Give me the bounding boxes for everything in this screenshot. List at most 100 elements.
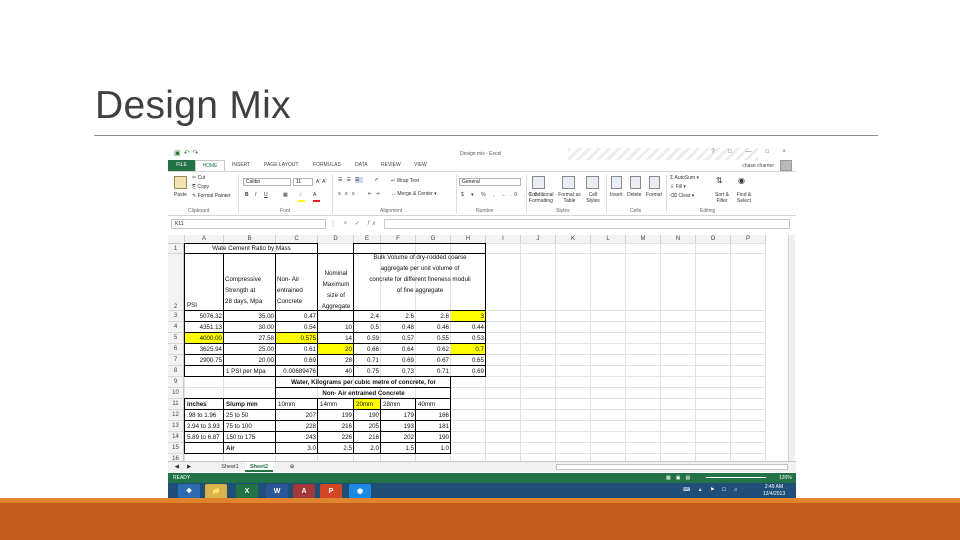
autosum-button[interactable]: Σ AutoSum ▾ (670, 175, 699, 181)
horizontal-scrollbar[interactable] (556, 464, 788, 470)
word-app-icon[interactable]: W (266, 484, 288, 499)
bottom-band-accent (0, 498, 960, 503)
row-header-7[interactable]: 7 (168, 355, 184, 366)
row-header-6[interactable]: 6 (168, 344, 184, 355)
wrap-text-button[interactable]: ↵ Wrap Text (391, 178, 419, 184)
fill-color-icon[interactable]: ♢ (298, 192, 302, 198)
row-header-4[interactable]: 4 (168, 322, 184, 333)
row-header-5[interactable]: 5 (168, 333, 184, 344)
formula-input[interactable] (384, 219, 790, 229)
row-header-1[interactable]: 1 (168, 244, 184, 254)
insert-icon[interactable] (611, 176, 622, 189)
merge-center-button[interactable]: ↔ Merge & Center ▾ (391, 191, 437, 197)
row-header-2[interactable]: 2 (168, 254, 184, 311)
font-size-select[interactable]: 11 (293, 178, 313, 186)
row-header-12[interactable]: 12 (168, 410, 184, 421)
font-name-select[interactable]: Calibri (243, 178, 291, 186)
tab-insert[interactable]: INSERT (232, 162, 250, 168)
find-select-icon[interactable]: ◉ (738, 176, 745, 185)
tab-review[interactable]: REVIEW (381, 162, 401, 168)
cut-label: Cut (197, 175, 206, 181)
start-button-icon[interactable]: ❖ (178, 484, 200, 499)
sort-filter-icon[interactable]: ⇅ (716, 176, 723, 185)
italic-button[interactable]: I (255, 192, 256, 198)
undo-icon[interactable]: ↶ (184, 150, 193, 157)
vertical-scrollbar[interactable] (788, 235, 795, 465)
underline-button[interactable]: U (264, 192, 268, 198)
tab-view[interactable]: VIEW (414, 162, 427, 168)
number-format-select[interactable]: General (459, 178, 521, 186)
avatar[interactable] (780, 160, 792, 171)
delete-icon[interactable] (630, 176, 641, 189)
conditional-formatting-button[interactable]: Conditional Formatting (526, 192, 556, 204)
file-explorer-icon[interactable]: 📁 (205, 484, 227, 499)
excel-app-icon[interactable]: X (236, 484, 258, 499)
cell[interactable]: PSI (187, 254, 222, 311)
format-as-table-icon[interactable] (562, 176, 575, 189)
format-icon[interactable] (649, 176, 660, 189)
view-buttons[interactable]: ▦▣▤ (666, 473, 695, 483)
formula-buttons[interactable]: ⋮ × ✓ fx (330, 220, 378, 227)
font-color-icon[interactable]: A (313, 192, 316, 198)
copy-button[interactable]: ⎘ Copy (192, 184, 209, 190)
sheet-tab-sheet2[interactable]: Sheet2 (245, 462, 273, 472)
new-sheet-icon[interactable]: ⊕ (286, 462, 298, 472)
cut-button[interactable]: ✂ Cut (192, 175, 205, 181)
fill-button[interactable]: ⇩ Fill ▾ (670, 184, 686, 190)
user-name[interactable]: chase charrier (742, 163, 774, 169)
clear-button[interactable]: ⌫ Clear ▾ (670, 193, 694, 199)
row-header-11[interactable]: 11 (168, 399, 184, 410)
format-as-table-button[interactable]: Format as Table (557, 192, 582, 204)
borders-icon[interactable]: ▦ (283, 192, 288, 198)
window-controls[interactable]: ? □ — □ × (711, 149, 792, 155)
row-header-8[interactable]: 8 (168, 366, 184, 377)
powerpoint-app-icon[interactable]: P (320, 484, 342, 499)
delete-button[interactable]: Delete (627, 192, 641, 198)
select-all-corner[interactable] (168, 235, 185, 244)
sheet-nav-arrows[interactable]: ◀▶ (172, 462, 202, 472)
name-box[interactable]: K11 (171, 219, 326, 229)
row-header-13[interactable]: 13 (168, 421, 184, 432)
font-grow-shrink[interactable]: Aˆ Aˇ (316, 179, 327, 185)
find-select-button[interactable]: Find & Select (733, 192, 755, 204)
row-header-15[interactable]: 15 (168, 443, 184, 454)
cell-styles-icon[interactable] (586, 176, 599, 189)
sort-filter-button[interactable]: Sort & Filter (711, 192, 733, 204)
tab-home[interactable]: HOME (195, 160, 225, 171)
redo-icon[interactable]: ↷ (193, 150, 202, 157)
tab-file[interactable]: FILE (168, 160, 195, 171)
zoom-slider[interactable] (706, 477, 766, 478)
system-tray-icons[interactable]: ⌨ ▲ ⚑ ☐ ♫ (683, 487, 740, 494)
table-border (275, 376, 276, 399)
tab-page-layout[interactable]: PAGE LAYOUT (264, 162, 299, 168)
insert-button[interactable]: Insert (610, 192, 623, 198)
format-painter-button[interactable]: ✎ Format Painter (192, 193, 231, 199)
browser-app-icon[interactable]: ◉ (349, 484, 371, 499)
divider (606, 175, 607, 213)
table-border (485, 243, 486, 377)
align-top-icon[interactable]: ☰☰☰ (338, 177, 364, 183)
row-header-10[interactable]: 10 (168, 388, 184, 399)
row-header-3[interactable]: 3 (168, 311, 184, 322)
save-icon[interactable]: ▣ (174, 150, 184, 157)
conditional-formatting-icon[interactable] (532, 176, 545, 189)
access-app-icon[interactable]: A (293, 484, 315, 499)
bold-button[interactable]: B (245, 192, 249, 198)
sheet-tab-sheet1[interactable]: Sheet1 (216, 462, 244, 472)
quick-access-toolbar[interactable]: ▣↶↷ (174, 149, 201, 157)
orientation-icon[interactable]: ⇗ (374, 177, 378, 183)
row-header-9[interactable]: 9 (168, 377, 184, 388)
tab-formulas[interactable]: FORMULAS (313, 162, 341, 168)
tab-data[interactable]: DATA (355, 162, 368, 168)
indent-icon[interactable]: ⇤⇥ (368, 191, 382, 197)
zoom-level[interactable]: 120% (779, 473, 792, 483)
gridline (765, 244, 766, 465)
paste-icon[interactable] (174, 176, 187, 189)
align-left-icon[interactable]: ≡≡≡ (338, 191, 359, 197)
table-border (276, 376, 451, 377)
cell-styles-button[interactable]: Cell Styles (583, 192, 603, 204)
paste-button[interactable]: Paste (174, 192, 187, 198)
row-header-14[interactable]: 14 (168, 432, 184, 443)
clock[interactable]: 2:49 AM 12/4/2013 (756, 484, 792, 498)
format-button[interactable]: Format (646, 192, 662, 198)
